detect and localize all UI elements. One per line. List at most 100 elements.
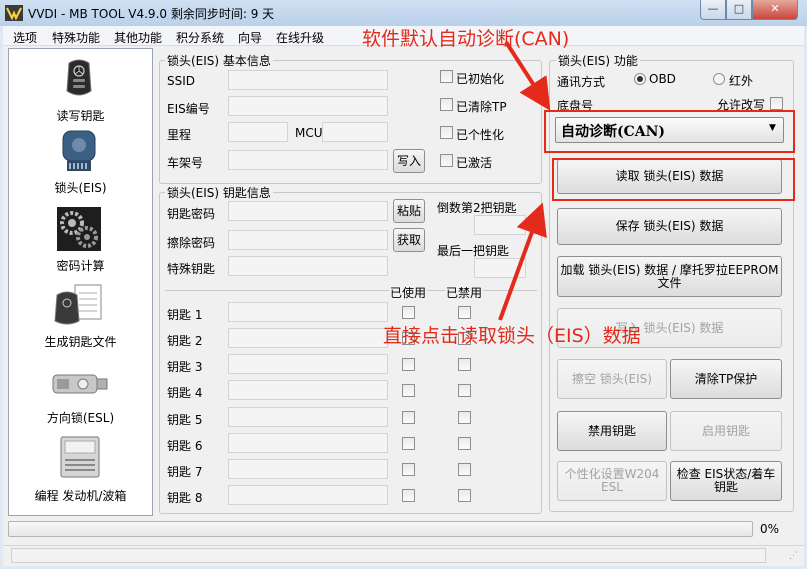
key-8-disabled-checkbox[interactable] xyxy=(458,489,471,502)
special-key-label: 特殊钥匙 xyxy=(167,262,216,276)
infrared-label: 红外 xyxy=(729,74,754,88)
obd-radio[interactable] xyxy=(634,73,646,85)
left-navigation: 读写钥匙 锁头(EIS) 密码计算 生成钥匙文件 方向锁(ESL) 编程 发动机… xyxy=(8,48,153,516)
clear-tp-protection-button[interactable]: 清除TP保护 xyxy=(670,359,782,399)
nav-label-read-write-key: 读写钥匙 xyxy=(56,109,105,123)
menu-wizard[interactable]: 向导 xyxy=(238,29,262,46)
key-6-used-checkbox[interactable] xyxy=(402,437,415,450)
menu-special-functions[interactable]: 特殊功能 xyxy=(52,29,100,46)
key-8-field[interactable] xyxy=(228,485,388,505)
nav-item-password-calc[interactable]: 密码计算 xyxy=(9,203,152,277)
allow-modify-checkbox[interactable] xyxy=(770,97,783,110)
key-4-used-checkbox[interactable] xyxy=(402,384,415,397)
key-7-label: 钥匙 7 xyxy=(167,465,203,479)
key-8-used-checkbox[interactable] xyxy=(402,489,415,502)
key-5-disabled-checkbox[interactable] xyxy=(458,411,471,424)
erase-eis-button[interactable]: 擦空 锁头(EIS) xyxy=(557,359,667,399)
nav-item-generate-key-file[interactable]: 生成钥匙文件 xyxy=(9,279,152,353)
key-4-field[interactable] xyxy=(228,380,388,400)
nav-label-engine-gearbox: 编程 发动机/波箱 xyxy=(34,489,127,503)
key-1-field[interactable] xyxy=(228,302,388,322)
menu-points-system[interactable]: 积分系统 xyxy=(176,29,224,46)
eis-function-title: 锁头(EIS) 功能 xyxy=(556,52,640,69)
car-key-icon xyxy=(66,59,92,96)
nav-item-read-write-key[interactable]: 读写钥匙 xyxy=(9,53,152,125)
steering-lock-icon xyxy=(52,374,108,394)
annotation-arrows xyxy=(498,40,551,321)
used-column-header: 已使用 xyxy=(389,284,428,301)
status-panel xyxy=(11,548,766,563)
maximize-button[interactable]: □ xyxy=(726,0,752,20)
close-button[interactable]: ✕ xyxy=(752,0,798,20)
eis-module-icon xyxy=(62,130,96,171)
key-8-label: 钥匙 8 xyxy=(167,491,203,505)
ecu-icon xyxy=(60,436,100,478)
nav-item-steering-lock[interactable]: 方向锁(ESL) xyxy=(9,355,152,429)
mileage-field[interactable] xyxy=(228,122,288,142)
comm-method-label: 通讯方式 xyxy=(557,75,606,89)
progress-bar xyxy=(8,521,753,537)
resize-grip-icon: ⋰ xyxy=(789,551,798,561)
nav-item-engine-gearbox[interactable]: 编程 发动机/波箱 xyxy=(9,431,152,511)
personalize-w204-esl-button[interactable]: 个性化设置W204 ESL xyxy=(557,461,667,501)
nav-item-eis[interactable]: 锁头(EIS) xyxy=(9,125,152,201)
mcu-field[interactable] xyxy=(322,122,388,142)
key-file-icon xyxy=(54,284,102,325)
key-1-used-checkbox[interactable] xyxy=(402,306,415,319)
eis-key-info-title: 锁头(EIS) 钥匙信息 xyxy=(165,184,273,201)
key-password-field[interactable] xyxy=(228,201,388,221)
enable-key-button[interactable]: 启用钥匙 xyxy=(670,411,782,451)
menu-options[interactable]: 选项 xyxy=(13,29,37,46)
save-eis-data-button[interactable]: 保存 锁头(EIS) 数据 xyxy=(557,208,782,245)
key-3-disabled-checkbox[interactable] xyxy=(458,358,471,371)
nav-label-steering-lock: 方向锁(ESL) xyxy=(46,411,115,425)
key-6-label: 钥匙 6 xyxy=(167,439,203,453)
get-password-button[interactable]: 获取 xyxy=(393,228,425,252)
mileage-label: 里程 xyxy=(167,128,192,142)
nav-label-generate-key-file: 生成钥匙文件 xyxy=(44,335,117,349)
key-7-used-checkbox[interactable] xyxy=(402,463,415,476)
special-key-field[interactable] xyxy=(228,256,388,276)
vin-label: 车架号 xyxy=(167,156,204,170)
key-4-disabled-checkbox[interactable] xyxy=(458,384,471,397)
arrow-to-read-button xyxy=(498,202,547,321)
key-5-field[interactable] xyxy=(228,407,388,427)
highlight-mode-select-box xyxy=(544,110,795,153)
eis-number-field[interactable] xyxy=(228,96,388,116)
key-5-label: 钥匙 5 xyxy=(167,413,203,427)
highlight-read-button-box xyxy=(552,158,795,201)
gears-icon xyxy=(57,207,101,251)
app-logo-icon xyxy=(5,5,23,21)
key-3-used-checkbox[interactable] xyxy=(402,358,415,371)
key-3-label: 钥匙 3 xyxy=(167,360,203,374)
window-title: VVDI - MB TOOL V4.9.0 剩余同步时间: 9 天 xyxy=(28,7,275,21)
key-4-label: 钥匙 4 xyxy=(167,386,203,400)
key-5-used-checkbox[interactable] xyxy=(402,411,415,424)
menu-other-functions[interactable]: 其他功能 xyxy=(114,29,162,46)
nav-label-password-calc: 密码计算 xyxy=(56,259,105,273)
infrared-radio[interactable] xyxy=(713,73,725,85)
minimize-button[interactable]: — xyxy=(700,0,726,20)
key-3-field[interactable] xyxy=(228,354,388,374)
write-vin-button[interactable]: 写入 xyxy=(393,149,425,173)
obd-label: OBD xyxy=(649,72,676,86)
key-6-disabled-checkbox[interactable] xyxy=(458,437,471,450)
key-7-field[interactable] xyxy=(228,459,388,479)
key-1-label: 钥匙 1 xyxy=(167,308,203,322)
eis-basic-info-title: 锁头(EIS) 基本信息 xyxy=(165,52,273,69)
erase-password-field[interactable] xyxy=(228,230,388,250)
disable-key-button[interactable]: 禁用钥匙 xyxy=(557,411,667,451)
menu-online-update[interactable]: 在线升级 xyxy=(276,29,324,46)
key-2-label: 钥匙 2 xyxy=(167,334,203,348)
key-6-field[interactable] xyxy=(228,433,388,453)
arrow-to-mode-select xyxy=(504,40,551,111)
paste-button[interactable]: 粘贴 xyxy=(393,199,425,223)
ssid-field[interactable] xyxy=(228,70,388,90)
key-2-field[interactable] xyxy=(228,328,388,348)
vin-field[interactable] xyxy=(228,150,388,170)
eis-number-label: EIS编号 xyxy=(167,102,210,116)
status-bar: ⋰ xyxy=(3,545,804,566)
key-7-disabled-checkbox[interactable] xyxy=(458,463,471,476)
check-eis-status-button[interactable]: 检查 EIS状态/着车钥匙 xyxy=(670,461,782,501)
load-eis-data-button[interactable]: 加载 锁头(EIS) 数据 / 摩托罗拉EEPROM文件 xyxy=(557,256,782,297)
